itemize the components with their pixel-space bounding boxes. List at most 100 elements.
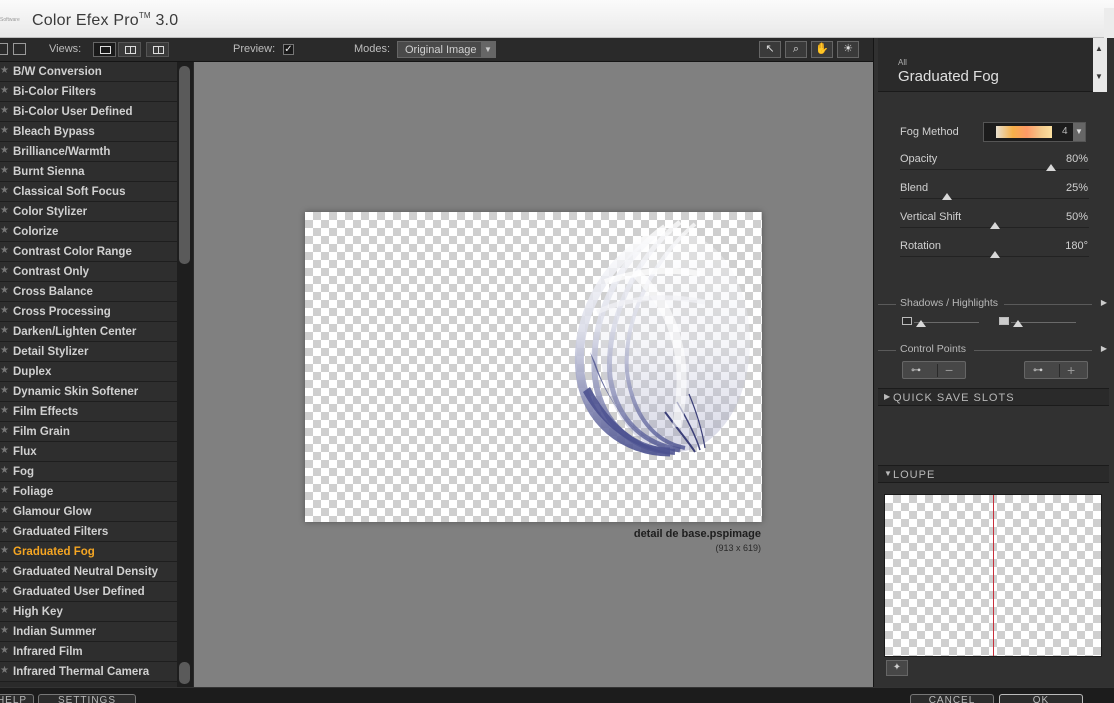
filter-list-item[interactable]: ★ Fog xyxy=(0,462,177,482)
filter-list-item[interactable]: ★ Contrast Only xyxy=(0,262,177,282)
favorite-star-icon[interactable]: ★ xyxy=(0,505,9,516)
favorite-star-icon[interactable]: ★ xyxy=(0,385,9,396)
filter-list-item[interactable]: ★ Glamour Glow xyxy=(0,502,177,522)
param-slider-knob[interactable] xyxy=(989,222,1000,229)
favorite-star-icon[interactable]: ★ xyxy=(0,465,9,476)
filter-list-item[interactable]: ★ Cross Processing xyxy=(0,302,177,322)
favorite-star-icon[interactable]: ★ xyxy=(0,645,9,656)
favorite-star-icon[interactable]: ★ xyxy=(0,565,9,576)
favorite-star-icon[interactable]: ★ xyxy=(0,665,9,676)
highlights-slider-knob[interactable] xyxy=(1013,320,1023,327)
favorite-star-icon[interactable]: ★ xyxy=(0,85,9,96)
filter-list-item[interactable]: ★ Graduated Neutral Density xyxy=(0,562,177,582)
filter-list-item[interactable]: ★ Detail Stylizer xyxy=(0,342,177,362)
favorite-star-icon[interactable]: ★ xyxy=(0,65,9,76)
background-color-tool-icon[interactable]: ☀ xyxy=(837,41,859,58)
scroll-up-icon[interactable]: ▲ xyxy=(1095,44,1103,53)
modes-select[interactable]: Original Image ▼ xyxy=(397,41,496,58)
ok-button[interactable]: OK xyxy=(999,694,1083,703)
filter-list-item[interactable]: ★ Bleach Bypass xyxy=(0,122,177,142)
filter-list-item[interactable]: ★ Burnt Sienna xyxy=(0,162,177,182)
favorite-star-icon[interactable]: ★ xyxy=(0,425,9,436)
favorite-star-icon[interactable]: ★ xyxy=(0,405,9,416)
scroll-down-icon[interactable]: ▼ xyxy=(1095,72,1103,81)
favorite-star-icon[interactable]: ★ xyxy=(0,185,9,196)
filter-list-item[interactable]: ★ Infrared Film xyxy=(0,642,177,662)
favorite-star-icon[interactable]: ★ xyxy=(0,585,9,596)
filter-list-item[interactable]: ★ Graduated Fog xyxy=(0,542,177,562)
filter-list-item[interactable]: ★ Bi-Color Filters xyxy=(0,82,177,102)
loupe-view[interactable] xyxy=(884,494,1102,657)
favorite-star-icon[interactable]: ★ xyxy=(0,165,9,176)
filter-list-item[interactable]: ★ Flux xyxy=(0,442,177,462)
expand-arrow-icon[interactable]: ▶ xyxy=(1101,298,1107,307)
zoom-tool-icon[interactable]: ⌕ xyxy=(785,41,807,58)
help-button[interactable]: HELP xyxy=(0,694,34,703)
filter-list-item[interactable]: ★ Cross Balance xyxy=(0,282,177,302)
filter-list-item[interactable]: ★ B/W Conversion xyxy=(0,62,177,82)
filter-list-item[interactable]: ★ Bi-Color User Defined xyxy=(0,102,177,122)
settings-button[interactable]: SETTINGS xyxy=(38,694,136,703)
favorite-star-icon[interactable]: ★ xyxy=(0,485,9,496)
fog-method-select[interactable]: 4 ▼ xyxy=(983,122,1086,142)
filter-list-item[interactable]: ★ Infrared Thermal Camera xyxy=(0,662,177,682)
filter-list-item[interactable]: ★ Graduated User Defined xyxy=(0,582,177,602)
param-slider-knob[interactable] xyxy=(989,251,1000,258)
filter-list-item[interactable]: ★ Classical Soft Focus xyxy=(0,182,177,202)
favorite-star-icon[interactable]: ★ xyxy=(0,245,9,256)
quick-save-slots-header[interactable]: ▶ QUICK SAVE SLOTS xyxy=(878,388,1109,406)
image-canvas[interactable] xyxy=(305,212,762,522)
param-slider-knob[interactable] xyxy=(942,193,953,200)
filter-list-item[interactable]: ★ Color Stylizer xyxy=(0,202,177,222)
filter-list-item[interactable]: ★ Brilliance/Warmth xyxy=(0,142,177,162)
favorite-star-icon[interactable]: ★ xyxy=(0,365,9,376)
hand-tool-icon[interactable]: ✋ xyxy=(811,41,833,58)
filter-list-item[interactable]: ★ Colorize xyxy=(0,222,177,242)
favorite-star-icon[interactable]: ★ xyxy=(0,345,9,356)
panel-scrollbar[interactable]: ▲ ▼ xyxy=(1093,38,1107,92)
pointer-tool-icon[interactable]: ↖ xyxy=(759,41,781,58)
filter-list-item[interactable]: ★ Foliage xyxy=(0,482,177,502)
favorite-star-icon[interactable]: ★ xyxy=(0,145,9,156)
param-slider-knob[interactable] xyxy=(1046,164,1057,171)
filter-list-item[interactable]: ★ Contrast Color Range xyxy=(0,242,177,262)
favorite-star-icon[interactable]: ★ xyxy=(0,605,9,616)
favorite-star-icon[interactable]: ★ xyxy=(0,445,9,456)
favorite-star-icon[interactable]: ★ xyxy=(0,545,9,556)
filter-list-item[interactable]: ★ Darken/Lighten Center xyxy=(0,322,177,342)
favorite-star-icon[interactable]: ★ xyxy=(0,285,9,296)
grid-view-icon[interactable] xyxy=(13,43,26,55)
preview-checkbox[interactable]: ✓ xyxy=(283,44,294,55)
favorite-star-icon[interactable]: ★ xyxy=(0,265,9,276)
shadows-slider-knob[interactable] xyxy=(916,320,926,327)
filter-list-item[interactable]: ★ Film Effects xyxy=(0,402,177,422)
loupe-header[interactable]: ▼ LOUPE xyxy=(878,465,1109,483)
param-slider-track[interactable] xyxy=(900,198,1089,199)
filter-list-item[interactable]: ★ Graduated Filters xyxy=(0,522,177,542)
filter-list-item[interactable]: ★ Indian Summer xyxy=(0,622,177,642)
single-view-button[interactable] xyxy=(93,42,116,57)
filter-list-item[interactable]: ★ High Key xyxy=(0,602,177,622)
list-view-icon[interactable] xyxy=(0,43,8,55)
favorite-star-icon[interactable]: ★ xyxy=(0,325,9,336)
filter-list-item[interactable]: ★ Film Grain xyxy=(0,422,177,442)
favorite-star-icon[interactable]: ★ xyxy=(0,225,9,236)
favorite-star-icon[interactable]: ★ xyxy=(0,105,9,116)
filter-list-scrollbar[interactable] xyxy=(177,62,193,687)
filter-list-item[interactable]: ★ Dynamic Skin Softener xyxy=(0,382,177,402)
favorite-star-icon[interactable]: ★ xyxy=(0,525,9,536)
favorite-star-icon[interactable]: ★ xyxy=(0,125,9,136)
split-view-button[interactable] xyxy=(118,42,141,57)
expand-arrow-icon[interactable]: ▶ xyxy=(1101,344,1107,353)
add-control-point-button[interactable]: ⊶ + xyxy=(1024,361,1088,379)
scrollbar-thumb[interactable] xyxy=(179,66,190,264)
scrollbar-end[interactable] xyxy=(179,662,190,684)
favorite-star-icon[interactable]: ★ xyxy=(0,205,9,216)
pin-loupe-icon[interactable]: ✦ xyxy=(886,660,908,676)
remove-control-point-button[interactable]: ⊶ − xyxy=(902,361,966,379)
favorite-star-icon[interactable]: ★ xyxy=(0,625,9,636)
param-slider-track[interactable] xyxy=(900,169,1089,170)
side-by-side-view-button[interactable] xyxy=(146,42,169,57)
filter-list-item[interactable]: ★ Duplex xyxy=(0,362,177,382)
cancel-button[interactable]: CANCEL xyxy=(910,694,994,703)
